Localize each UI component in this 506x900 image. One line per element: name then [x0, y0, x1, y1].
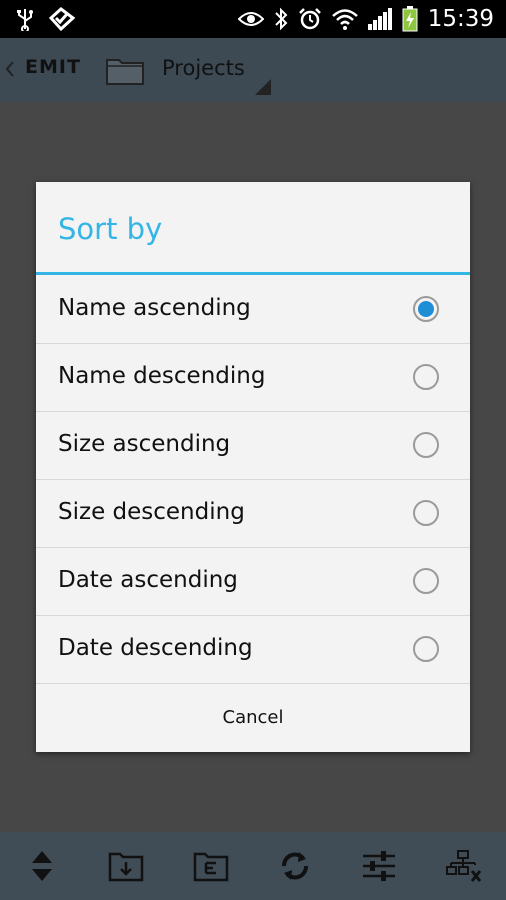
radio-dot	[418, 301, 434, 317]
sort-option-size-ascending[interactable]: Size ascending	[36, 411, 470, 480]
eye-icon	[237, 10, 264, 28]
refresh-icon[interactable]	[265, 836, 325, 896]
folder-icon	[105, 54, 145, 90]
radio-button[interactable]	[413, 500, 439, 526]
folder-details-icon[interactable]	[181, 836, 241, 896]
option-label: Date descending	[58, 635, 253, 661]
option-label: Name descending	[58, 363, 266, 389]
option-label: Date ascending	[58, 567, 238, 593]
sort-option-name-ascending[interactable]: Name ascending	[36, 275, 470, 344]
option-label: Size ascending	[58, 431, 231, 457]
alarm-icon	[298, 7, 322, 31]
radio-button[interactable]	[413, 636, 439, 662]
sort-icon[interactable]	[12, 836, 72, 896]
network-disconnect-icon[interactable]	[434, 836, 494, 896]
app-bar: EMIT Projects	[0, 38, 506, 102]
back-chevron-icon[interactable]	[5, 60, 15, 82]
bluetooth-icon	[274, 7, 288, 31]
option-label: Size descending	[58, 499, 245, 525]
sort-option-date-descending[interactable]: Date descending	[36, 615, 470, 684]
import-folder-icon[interactable]	[96, 836, 156, 896]
wifi-icon	[331, 8, 358, 30]
radio-button[interactable]	[413, 568, 439, 594]
sort-option-name-descending[interactable]: Name descending	[36, 343, 470, 412]
bottom-toolbar	[0, 832, 506, 900]
radio-button[interactable]	[413, 364, 439, 390]
check-app-icon	[48, 6, 76, 32]
page-title[interactable]: Projects	[162, 56, 245, 80]
dialog-title: Sort by	[58, 212, 163, 246]
signal-icon	[367, 8, 392, 30]
status-bar: 15:39	[0, 0, 506, 38]
battery-charging-icon	[402, 6, 418, 32]
cancel-button[interactable]: Cancel	[36, 684, 470, 752]
sort-dialog: Sort by Name ascending Name descending S…	[36, 182, 470, 752]
usb-icon	[16, 7, 34, 31]
sort-option-date-ascending[interactable]: Date ascending	[36, 547, 470, 616]
radio-button-checked[interactable]	[413, 296, 439, 322]
radio-button[interactable]	[413, 432, 439, 458]
settings-sliders-icon[interactable]	[349, 836, 409, 896]
dropdown-indicator-icon[interactable]	[255, 79, 271, 95]
option-label: Name ascending	[58, 295, 251, 321]
app-logo[interactable]: EMIT	[25, 56, 81, 78]
clock: 15:39	[427, 6, 494, 32]
sort-option-size-descending[interactable]: Size descending	[36, 479, 470, 548]
